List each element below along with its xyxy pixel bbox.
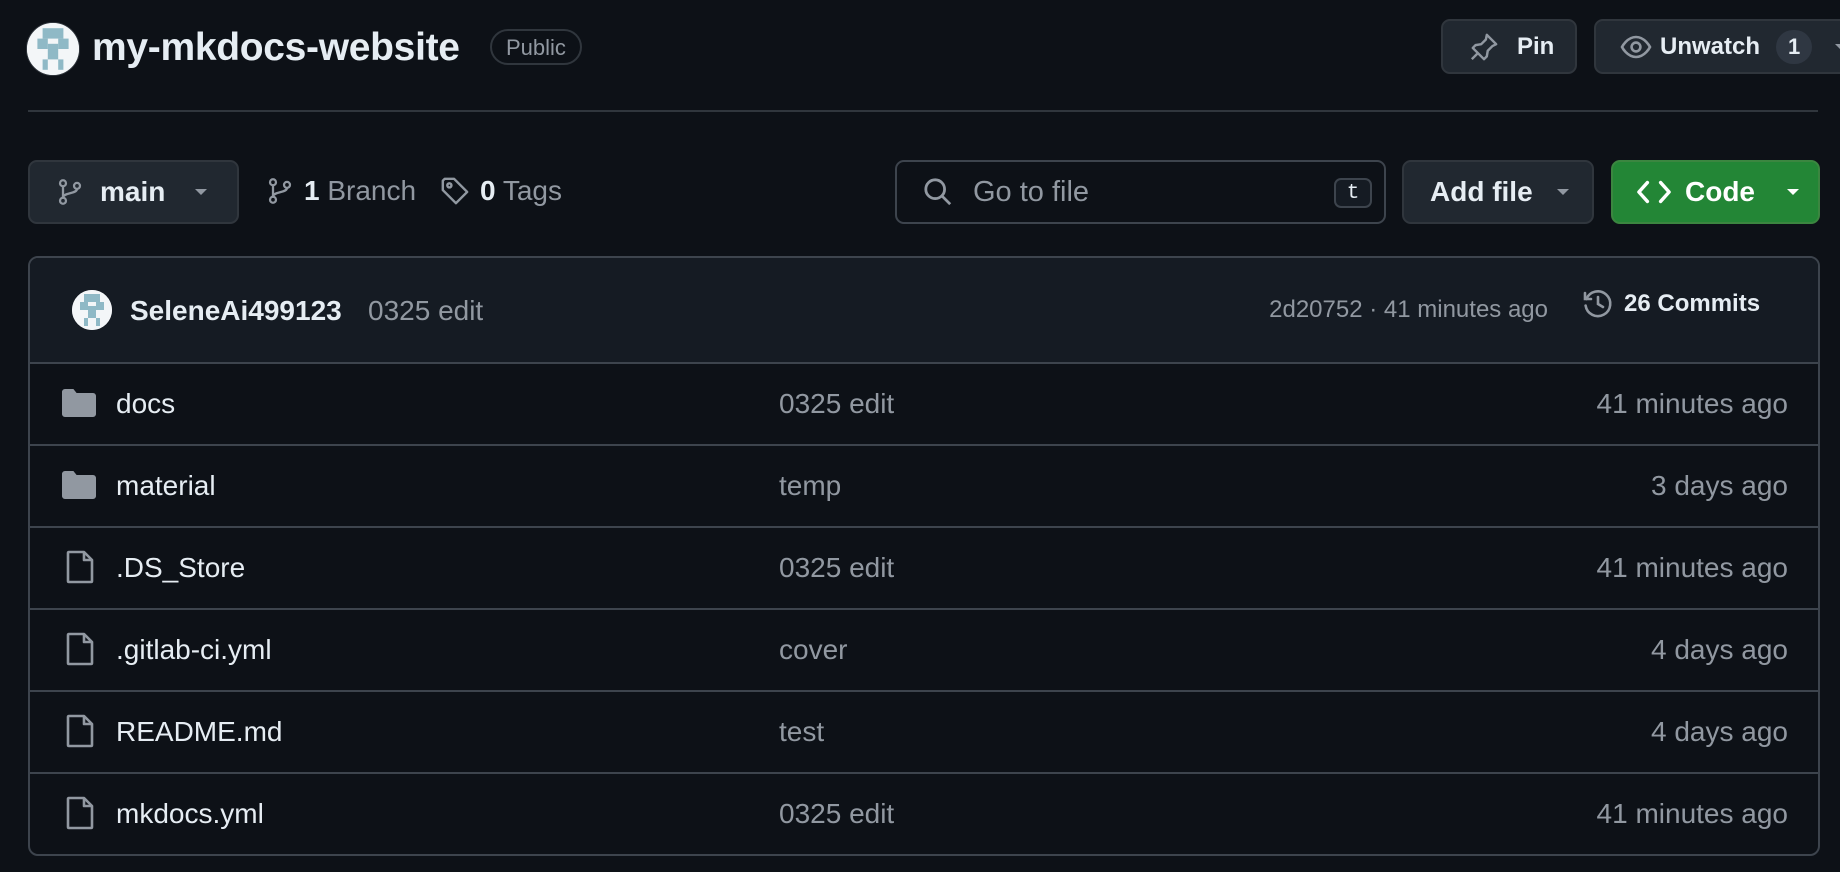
file-commit-message[interactable]: 0325 edit	[779, 388, 894, 420]
branch-count: 1	[304, 175, 320, 206]
chevron-down-icon	[1555, 187, 1571, 197]
file-commit-message[interactable]: cover	[779, 634, 847, 666]
unwatch-label: Unwatch	[1660, 32, 1761, 60]
file-icon	[66, 796, 94, 830]
file-list: docs 0325 edit 41 minutes ago material t…	[30, 364, 1818, 854]
file-row[interactable]: mkdocs.yml 0325 edit 41 minutes ago	[30, 774, 1818, 854]
tag-icon	[440, 176, 470, 206]
pin-button[interactable]: Pin	[1441, 19, 1577, 74]
file-updated-time: 41 minutes ago	[1596, 552, 1788, 583]
folder-icon	[62, 471, 96, 499]
pin-label: Pin	[1517, 32, 1555, 60]
tags-link[interactable]: 0 Tags	[440, 175, 562, 207]
chevron-down-icon	[1834, 42, 1840, 52]
add-file-button[interactable]: Add file	[1402, 160, 1594, 224]
file-row[interactable]: material temp 3 days ago	[30, 446, 1818, 528]
file-browser: SeleneAi499123 0325 edit 2d20752 · 41 mi…	[28, 256, 1820, 856]
file-commit-message[interactable]: test	[779, 716, 824, 748]
search-placeholder: Go to file	[973, 175, 1090, 208]
search-icon	[923, 177, 953, 207]
git-branch-icon	[56, 177, 84, 207]
latest-commit-bar: SeleneAi499123 0325 edit 2d20752 · 41 mi…	[30, 258, 1818, 364]
chevron-down-icon	[1785, 187, 1801, 197]
commit-author[interactable]: SeleneAi499123	[130, 295, 342, 327]
file-name[interactable]: .DS_Store	[116, 552, 245, 584]
file-row[interactable]: .DS_Store 0325 edit 41 minutes ago	[30, 528, 1818, 610]
code-button[interactable]: Code	[1611, 160, 1820, 224]
file-icon	[66, 714, 94, 748]
file-updated-time: 41 minutes ago	[1596, 798, 1788, 829]
history-icon	[1582, 288, 1614, 320]
branches-link[interactable]: 1 Branch	[266, 175, 416, 207]
watch-count: 1	[1776, 29, 1813, 64]
file-row[interactable]: docs 0325 edit 41 minutes ago	[30, 364, 1818, 446]
repo-name[interactable]: my-mkdocs-website	[92, 22, 460, 74]
folder-icon	[62, 389, 96, 417]
keyboard-shortcut-hint: t	[1334, 178, 1372, 208]
file-updated-time: 4 days ago	[1651, 634, 1788, 665]
file-name[interactable]: material	[116, 470, 216, 502]
visibility-badge: Public	[490, 29, 582, 65]
repo-owner-avatar[interactable]	[26, 22, 80, 76]
commit-author-avatar[interactable]	[72, 290, 112, 330]
branch-name: main	[100, 176, 166, 207]
file-updated-time: 3 days ago	[1651, 470, 1788, 501]
file-icon	[66, 550, 94, 584]
commits-count: 26 Commits	[1624, 290, 1761, 317]
git-branch-icon	[266, 176, 294, 206]
eye-icon	[1620, 31, 1652, 63]
tag-label: Tags	[502, 175, 563, 206]
file-name[interactable]: mkdocs.yml	[116, 798, 264, 830]
code-icon	[1637, 178, 1671, 206]
file-commit-message[interactable]: 0325 edit	[779, 798, 894, 830]
file-updated-time: 4 days ago	[1651, 716, 1788, 747]
commit-hash-time[interactable]: 2d20752 · 41 minutes ago	[1269, 296, 1548, 324]
branch-selector[interactable]: main	[28, 160, 239, 224]
file-row[interactable]: README.md test 4 days ago	[30, 692, 1818, 774]
file-commit-message[interactable]: 0325 edit	[779, 552, 894, 584]
commits-link[interactable]: 26 Commits	[1582, 288, 1760, 320]
code-label: Code	[1685, 176, 1755, 207]
add-file-label: Add file	[1430, 176, 1533, 207]
pin-icon	[1469, 32, 1499, 62]
branch-label: Branch	[327, 175, 417, 206]
file-row[interactable]: .gitlab-ci.yml cover 4 days ago	[30, 610, 1818, 692]
file-icon	[66, 632, 94, 666]
tag-count: 0	[480, 175, 496, 206]
go-to-file-input[interactable]: Go to file t	[895, 160, 1386, 224]
file-commit-message[interactable]: temp	[779, 470, 841, 502]
unwatch-button[interactable]: Unwatch 1	[1594, 19, 1840, 74]
commit-message[interactable]: 0325 edit	[368, 295, 483, 327]
file-name[interactable]: .gitlab-ci.yml	[116, 634, 272, 666]
chevron-down-icon	[193, 187, 209, 197]
file-name[interactable]: README.md	[116, 716, 282, 748]
header-divider	[28, 110, 1818, 112]
file-updated-time: 41 minutes ago	[1596, 388, 1788, 419]
file-name[interactable]: docs	[116, 388, 175, 420]
